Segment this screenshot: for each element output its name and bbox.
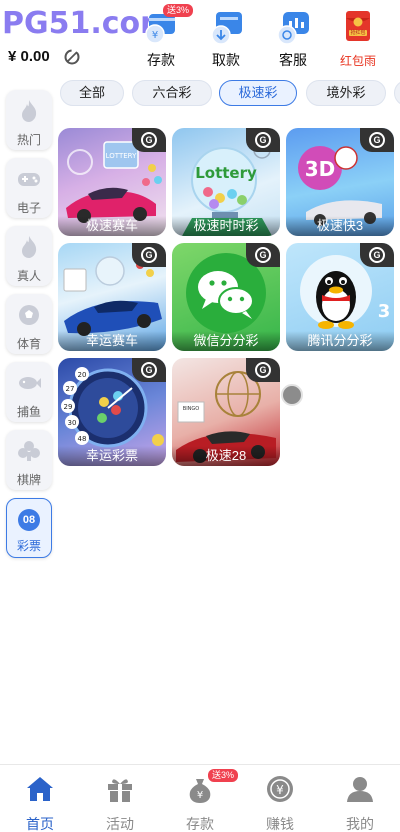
lottery-ball-icon: 08 [18,509,40,531]
balance-amount: ¥ 0.00 [8,48,50,65]
category-tabs: 全部 六合彩 极速彩 境外彩 [58,80,400,106]
game-label: 极速赛车 [58,216,166,236]
game-card-lucky-lottery[interactable]: 20 27 29 30 48 G 幸运彩票 [58,358,166,466]
nav-mine-label: 我的 [346,816,374,832]
provider-g-icon: G [246,243,280,267]
game-label: 腾讯分分彩 [286,331,394,351]
game-label: 极速时时彩 [172,216,280,236]
game-card-speed-28[interactable]: BINGO G 极速28 [172,358,280,466]
withdraw-button[interactable]: 取款 [198,8,254,70]
nav-mine[interactable]: 我的 [330,773,390,832]
nav-deposit-label: 存款 [186,816,214,832]
lottery-ball-3: 29 [64,403,73,411]
game-card-tencent-ffc[interactable]: 3 G 腾讯分分彩 [286,243,394,351]
deposit-button[interactable]: ¥ 送3% 存款 [133,4,194,70]
sidebar-item-electronic[interactable]: 电子 [6,158,52,218]
sidebar-item-live[interactable]: 真人 [6,226,52,286]
tab-all[interactable]: 全部 [60,80,124,106]
sidebar-item-fishing[interactable]: 捕鱼 [6,362,52,422]
chat-icon [275,8,311,45]
nav-earn[interactable]: ¥ 赚钱 [250,773,310,832]
flame-icon [22,236,37,258]
sidebar-label-fishing: 捕鱼 [16,405,41,419]
game-card-speed-ssc[interactable]: Lottery G 极速时时彩 [172,128,280,236]
sidebar-label-sports: 体育 [16,337,41,351]
provider-g-icon: G [132,358,166,382]
tab-mark-six[interactable]: 六合彩 [132,80,212,106]
game-card-lucky-racing[interactable]: G 幸运赛车 [58,243,166,351]
sidebar-label-chess-cards: 棋牌 [16,473,41,487]
sidebar-item-chess-cards[interactable]: 棋牌 [6,430,52,490]
nav-home[interactable]: 首页 [10,773,70,832]
customer-service-button[interactable]: 客服 [265,8,321,70]
floating-assist-button[interactable] [281,384,303,406]
deposit-badge: 送3% [163,4,194,17]
nav-activity[interactable]: 活动 [90,773,150,832]
user-icon [347,777,373,802]
game-label: 极速快3 [286,216,394,236]
cards-icon [18,441,40,461]
game-card-speed-k3[interactable]: 3D G 极速快3 [286,128,394,236]
game-label: 极速28 [172,446,280,466]
number-art-text: 3 [378,301,391,322]
coin-icon: ¥ [267,776,293,802]
tab-speed-lottery[interactable]: 极速彩 [219,80,297,106]
provider-g-icon: G [132,128,166,152]
customer-service-label: 客服 [279,52,307,68]
header: PG51.com ¥ 0.00 ¥ 送3% 存款 取款 客服 抢红包 红包雨 [0,0,400,76]
sidebar-item-lottery[interactable]: 08 彩票 [6,498,52,558]
provider-g-icon: G [246,128,280,152]
sidebar-item-sports[interactable]: 体育 [6,294,52,354]
red-packet-rain-button[interactable]: 抢红包 红包雨 [330,8,386,69]
3d-text: 3D [305,157,336,181]
game-label: 幸运彩票 [58,446,166,466]
sidebar-label-hot: 热门 [16,133,41,147]
lottery-ball-2: 27 [66,385,75,393]
gift-icon [108,779,132,802]
game-label: 幸运赛车 [58,331,166,351]
sidebar-label-electronic: 电子 [16,201,41,215]
bingo-card-text: BINGO [183,406,200,412]
home-icon [27,777,53,801]
racing-card-text: LOTTERY [106,152,137,160]
deposit-label: 存款 [147,52,175,68]
sidebar-item-hot[interactable]: 热门 [6,90,52,150]
game-card-speed-racing[interactable]: LOTTERY G 极速赛车 [58,128,166,236]
bottom-nav: 首页 活动 ¥ 送3% 存款 ¥ 赚钱 我的 [0,764,400,832]
nav-activity-label: 活动 [106,816,134,832]
gamepad-icon [18,173,40,186]
tab-more[interactable] [394,80,400,106]
withdraw-label: 取款 [212,52,240,68]
wallet-icon: ¥ 送3% [143,4,194,44]
sidebar-label-live: 真人 [16,269,41,283]
nav-home-label: 首页 [26,816,54,832]
provider-g-icon: G [360,128,394,152]
refresh-icon[interactable] [63,48,81,66]
red-packet-icon: 抢红包 [340,8,376,44]
game-card-wechat-ffc[interactable]: G 微信分分彩 [172,243,280,351]
provider-g-icon: G [246,358,280,382]
red-packet-icon-text: 抢红包 [350,30,366,36]
lottery-logo-text: Lottery [195,164,257,182]
flame-icon [22,100,37,122]
nav-earn-label: 赚钱 [266,816,294,832]
fish-icon [19,377,41,389]
game-label: 微信分分彩 [172,331,280,351]
svg-text:¥: ¥ [152,30,158,41]
soccer-ball-icon [19,305,39,325]
red-packet-label: 红包雨 [339,54,376,68]
tab-overseas-lottery[interactable]: 境外彩 [306,80,386,106]
nav-deposit[interactable]: ¥ 送3% 存款 [170,769,239,832]
provider-g-icon: G [360,243,394,267]
sidebar-label-lottery: 彩票 [16,539,41,553]
provider-g-icon: G [132,243,166,267]
nav-deposit-badge: 送3% [208,769,239,782]
svg-text:¥: ¥ [197,790,203,801]
lottery-ball-1: 20 [78,371,87,379]
coin-icon-text: ¥ [276,783,284,797]
withdraw-icon [208,8,244,45]
lottery-ball-4: 30 [68,419,77,427]
lottery-ball-5: 48 [78,435,87,443]
